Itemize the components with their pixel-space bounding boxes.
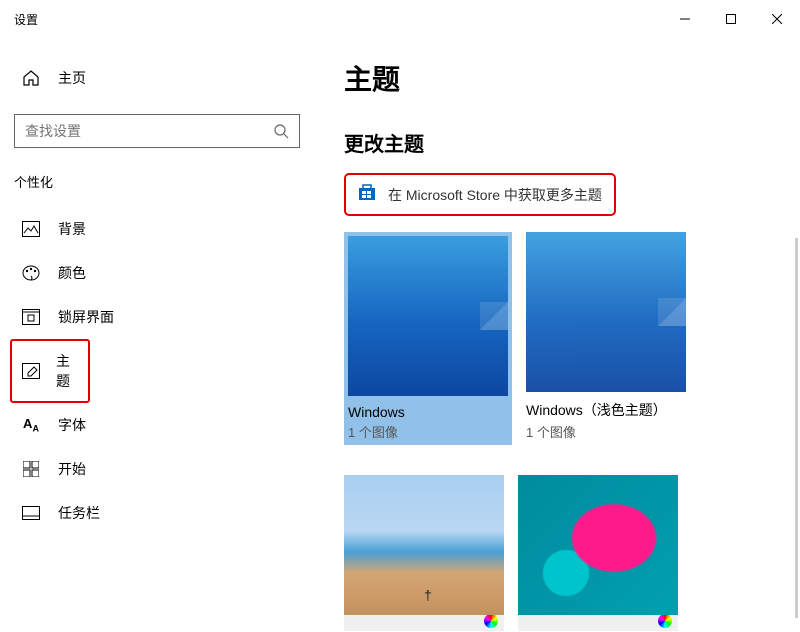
- close-icon: [772, 14, 782, 24]
- minimize-button[interactable]: [662, 3, 708, 35]
- home-label: 主页: [58, 68, 86, 88]
- sidebar-item-taskbar[interactable]: 任务栏: [0, 491, 320, 535]
- window-title: 设置: [14, 11, 38, 28]
- picture-icon: [20, 221, 42, 237]
- theme-thumbnail: [518, 475, 678, 615]
- color-wheel-icon: [658, 614, 672, 628]
- theme-thumbnail: [526, 232, 686, 392]
- theme-thumbnail: [344, 475, 504, 615]
- close-button[interactable]: [754, 3, 800, 35]
- theme-card-beach[interactable]: [344, 475, 504, 631]
- search-input[interactable]: [25, 123, 273, 139]
- sidebar-item-label: 锁屏界面: [58, 307, 114, 327]
- sidebar-item-label: 主题: [56, 351, 78, 391]
- home-link[interactable]: 主页: [0, 60, 320, 96]
- start-icon: [20, 461, 42, 477]
- store-link[interactable]: 在 Microsoft Store 中获取更多主题: [344, 173, 616, 216]
- themes-grid: Windows 1 个图像 Windows（浅色主题） 1 个图像: [344, 232, 776, 631]
- sidebar-item-themes[interactable]: 主题: [10, 339, 90, 403]
- theme-image-count: 1 个图像: [348, 422, 508, 441]
- palette-icon: [20, 264, 42, 282]
- maximize-button[interactable]: [708, 3, 754, 35]
- store-icon: [358, 183, 378, 206]
- sidebar-item-lockscreen[interactable]: 锁屏界面: [0, 295, 320, 339]
- lockscreen-icon: [20, 309, 42, 325]
- main-content: 主题 更改主题 在 Microsoft Store 中获取更多主题 Window…: [320, 38, 800, 632]
- maximize-icon: [726, 14, 736, 24]
- theme-image-count: 1 个图像: [526, 422, 686, 441]
- window-controls: [662, 3, 800, 35]
- sidebar: 主页 个性化 背景 颜色 锁屏界面 主题 AA 字体 开始 任务栏: [0, 38, 320, 632]
- theme-card-windows[interactable]: Windows 1 个图像: [344, 232, 512, 445]
- section-subtitle: 更改主题: [344, 128, 776, 157]
- sidebar-item-label: 开始: [58, 459, 86, 479]
- window-titlebar: 设置: [0, 0, 800, 38]
- sidebar-item-start[interactable]: 开始: [0, 447, 320, 491]
- theme-card-flower[interactable]: [518, 475, 678, 631]
- sidebar-item-fonts[interactable]: AA 字体: [0, 403, 320, 447]
- taskbar-icon: [20, 506, 42, 520]
- theme-card-windows-light[interactable]: Windows（浅色主题） 1 个图像: [526, 232, 686, 445]
- minimize-icon: [680, 14, 690, 24]
- sidebar-item-label: 背景: [58, 219, 86, 239]
- color-wheel-icon: [484, 614, 498, 628]
- sidebar-item-colors[interactable]: 颜色: [0, 251, 320, 295]
- search-box[interactable]: [14, 114, 300, 148]
- theme-thumbnail: [348, 236, 508, 396]
- themes-icon: [22, 363, 40, 379]
- theme-name: Windows（浅色主题）: [526, 400, 686, 420]
- sidebar-item-background[interactable]: 背景: [0, 207, 320, 251]
- theme-name: Windows: [348, 404, 508, 420]
- home-icon: [20, 69, 42, 87]
- scrollbar[interactable]: [795, 238, 798, 618]
- sidebar-item-label: 字体: [58, 415, 86, 435]
- store-link-text: 在 Microsoft Store 中获取更多主题: [388, 185, 602, 205]
- sidebar-item-label: 颜色: [58, 263, 86, 283]
- sidebar-section-title: 个性化: [0, 168, 320, 207]
- page-title: 主题: [344, 58, 776, 98]
- fonts-icon: AA: [20, 416, 42, 434]
- sidebar-item-label: 任务栏: [58, 503, 100, 523]
- search-icon: [273, 123, 289, 139]
